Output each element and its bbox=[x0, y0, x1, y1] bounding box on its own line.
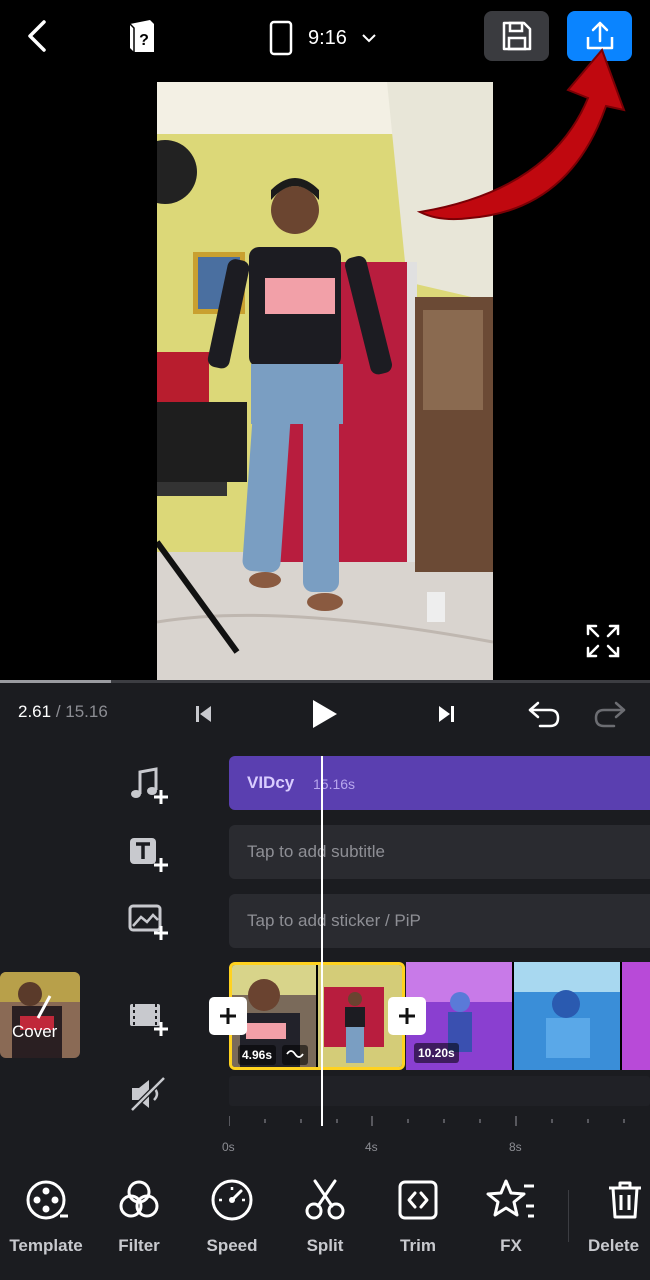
trash-icon bbox=[609, 1181, 641, 1219]
sticker-placeholder: Tap to add sticker / PiP bbox=[247, 911, 421, 930]
add-clip-icon[interactable] bbox=[128, 998, 170, 1038]
trim-button[interactable]: Trim bbox=[373, 1178, 463, 1268]
time-readout: 2.61 / 15.16 bbox=[18, 702, 108, 722]
split-button[interactable]: Split bbox=[280, 1178, 370, 1268]
chevron-down-icon bbox=[362, 34, 376, 43]
add-music-icon[interactable] bbox=[128, 766, 170, 806]
svg-text:?: ? bbox=[139, 32, 149, 49]
delete-label: Delete bbox=[588, 1236, 640, 1255]
delete-button[interactable]: Delete bbox=[580, 1178, 650, 1268]
aspect-ratio-selector[interactable]: 9:16 bbox=[268, 18, 377, 58]
add-clip-before-button[interactable] bbox=[209, 997, 247, 1035]
clip-duration-badge: 10.20s bbox=[414, 1043, 459, 1063]
clip-duration-badge: 4.96s bbox=[238, 1045, 277, 1065]
speed-icon bbox=[211, 1179, 253, 1221]
playback-progress-bar[interactable] bbox=[0, 680, 650, 683]
bottom-toolbar: Template Filter Speed Split Trim FX Dele… bbox=[0, 1178, 650, 1278]
fx-label: FX bbox=[500, 1236, 522, 1255]
help-guide-icon[interactable]: ? bbox=[126, 18, 160, 54]
cover-label: Cover bbox=[12, 1022, 58, 1041]
video-clip-strip: 4.96s 10.20s bbox=[229, 962, 650, 1070]
speed-label: Speed bbox=[206, 1236, 258, 1255]
music-track[interactable]: VIDcy 15.16s bbox=[229, 756, 650, 810]
current-time: 2.61 bbox=[18, 702, 52, 721]
fullscreen-icon[interactable] bbox=[584, 622, 622, 660]
annotation-arrow-icon bbox=[416, 48, 626, 221]
ruler-label-4: 4s bbox=[365, 1140, 378, 1154]
template-button[interactable]: Template bbox=[1, 1178, 91, 1268]
ruler-label-8: 8s bbox=[509, 1140, 522, 1154]
sticker-pip-track[interactable]: Tap to add sticker / PiP bbox=[229, 894, 650, 948]
trim-label: Trim bbox=[400, 1236, 436, 1255]
back-icon[interactable] bbox=[20, 18, 56, 54]
template-icon bbox=[26, 1180, 68, 1220]
video-clip[interactable]: 10.20s bbox=[406, 962, 650, 1070]
music-track-duration: 15.16s bbox=[313, 776, 356, 792]
add-sticker-icon[interactable] bbox=[128, 902, 170, 942]
video-clip-selected[interactable]: 4.96s bbox=[229, 962, 405, 1070]
filter-button[interactable]: Filter bbox=[94, 1178, 184, 1268]
template-label: Template bbox=[9, 1236, 83, 1255]
filter-icon bbox=[119, 1180, 159, 1218]
aspect-ratio-label: 9:16 bbox=[308, 26, 347, 49]
fx-star-icon bbox=[486, 1179, 534, 1218]
subtitle-placeholder: Tap to add subtitle bbox=[247, 842, 385, 861]
music-track-name: VIDcy bbox=[247, 773, 295, 792]
transition-wave-icon bbox=[282, 1045, 308, 1065]
time-ruler: 0s 4s 8s bbox=[222, 1116, 650, 1158]
redo-icon[interactable] bbox=[590, 694, 630, 734]
phone-frame-icon bbox=[269, 20, 293, 56]
speed-button[interactable]: Speed bbox=[187, 1178, 277, 1268]
toolbar-divider bbox=[568, 1190, 569, 1242]
playhead[interactable] bbox=[321, 756, 323, 1126]
ruler-label-0: 0s bbox=[222, 1140, 235, 1154]
filter-label: Filter bbox=[118, 1236, 160, 1255]
progress-fill bbox=[0, 680, 111, 683]
add-transition-button[interactable] bbox=[388, 997, 426, 1035]
subtitle-track[interactable]: Tap to add subtitle bbox=[229, 825, 650, 879]
cover-thumbnail[interactable]: Cover bbox=[0, 972, 80, 1058]
audio-track-row bbox=[229, 1076, 650, 1106]
mute-audio-icon[interactable] bbox=[128, 1074, 170, 1114]
total-time: 15.16 bbox=[65, 702, 108, 721]
undo-icon[interactable] bbox=[524, 694, 564, 734]
editor-panel: 2.61 / 15.16 VIDcy 15.16s Tap to add sub… bbox=[0, 680, 650, 1280]
split-label: Split bbox=[306, 1236, 344, 1255]
time-separator: / bbox=[51, 702, 66, 721]
play-icon[interactable] bbox=[304, 694, 344, 734]
skip-end-icon[interactable] bbox=[426, 694, 466, 734]
add-text-icon[interactable] bbox=[128, 834, 170, 874]
trim-icon bbox=[398, 1180, 438, 1220]
scissors-icon bbox=[305, 1179, 345, 1220]
fx-button[interactable]: FX bbox=[466, 1178, 556, 1268]
skip-start-icon[interactable] bbox=[184, 694, 224, 734]
